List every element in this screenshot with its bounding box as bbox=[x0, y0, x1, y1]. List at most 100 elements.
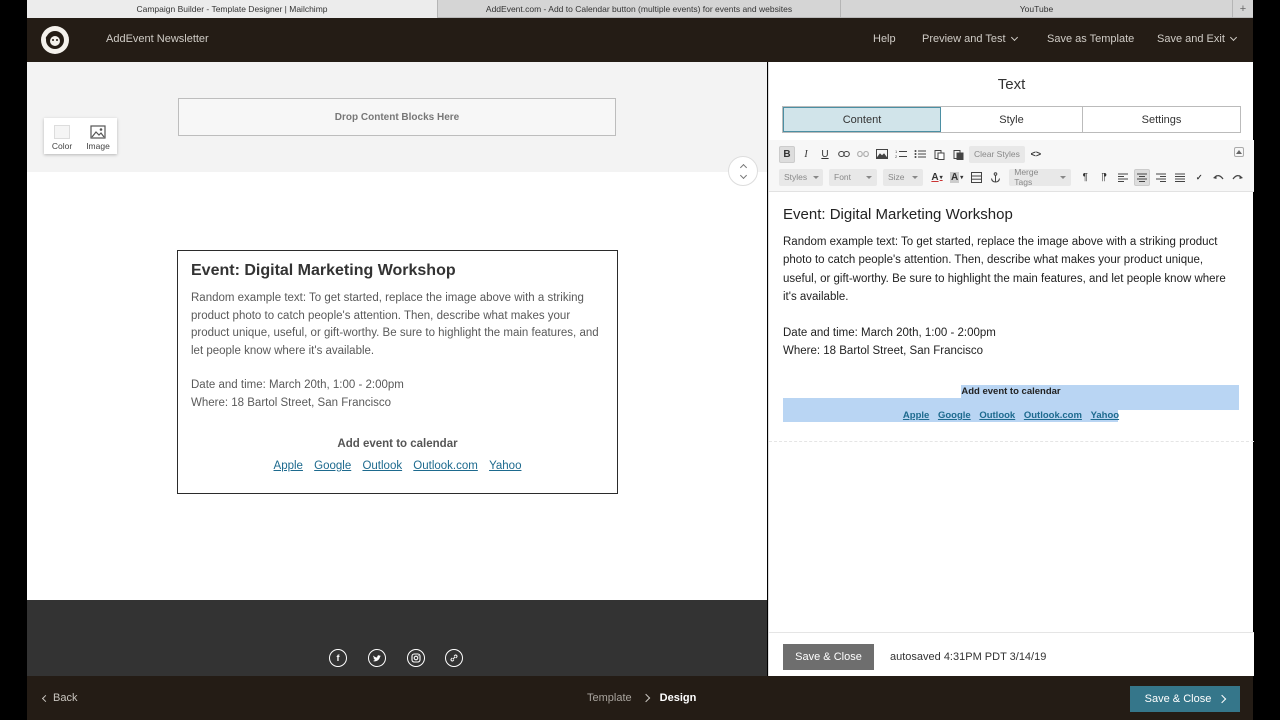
size-dropdown[interactable]: Size bbox=[883, 168, 923, 186]
tab-label: Style bbox=[999, 113, 1024, 126]
text-editor-area[interactable]: Event: Digital Marketing Workshop Random… bbox=[769, 192, 1254, 442]
save-template-label: Save as Template bbox=[1047, 33, 1135, 45]
browser-tab-mailchimp[interactable]: Campaign Builder - Template Designer | M… bbox=[27, 0, 438, 18]
save-and-exit-menu[interactable]: Save and Exit bbox=[1157, 33, 1237, 45]
event-description: Random example text: To get started, rep… bbox=[191, 292, 599, 357]
tab-label: Content bbox=[842, 113, 882, 126]
image-icon bbox=[90, 125, 106, 139]
chevron-left-icon bbox=[41, 694, 50, 702]
event-text-block[interactable]: Event: Digital Marketing Workshop Random… bbox=[177, 250, 618, 494]
numbered-list-icon[interactable]: 12 bbox=[893, 146, 909, 163]
toolbar-row-1: B I U 12 Clear Styles <> bbox=[779, 144, 1044, 164]
event-location: Where: 18 Bartol Street, San Francisco bbox=[191, 396, 392, 409]
bullet-list-icon[interactable] bbox=[912, 146, 928, 163]
preview-label: Preview and Test bbox=[922, 33, 1006, 45]
editor-link-yahoo[interactable]: Yahoo bbox=[1091, 410, 1120, 421]
browser-tab-youtube[interactable]: YouTube bbox=[841, 0, 1233, 18]
rich-text-toolbar: B I U 12 Clear Styles <> Styles Font Siz… bbox=[769, 140, 1254, 192]
calendar-link-yahoo[interactable]: Yahoo bbox=[489, 460, 521, 472]
link-icon[interactable] bbox=[445, 649, 463, 667]
browser-tab-label: AddEvent.com - Add to Calendar button (m… bbox=[485, 4, 793, 14]
font-label: Font bbox=[834, 172, 852, 182]
twitter-icon[interactable] bbox=[368, 649, 386, 667]
breadcrumb: Template Design bbox=[587, 692, 696, 704]
collapse-toolbar-icon[interactable] bbox=[1234, 147, 1244, 157]
link-icon[interactable] bbox=[836, 146, 852, 163]
chevron-right-icon bbox=[1218, 694, 1227, 704]
editor-link-outlook-com[interactable]: Outlook.com bbox=[1024, 410, 1082, 421]
chevron-right-icon bbox=[641, 693, 650, 703]
align-left-icon[interactable] bbox=[1115, 169, 1131, 186]
undo-icon[interactable] bbox=[1210, 169, 1226, 186]
paste-word-icon[interactable] bbox=[950, 146, 966, 163]
align-center-icon[interactable] bbox=[1134, 168, 1151, 186]
paste-text-icon[interactable] bbox=[931, 146, 947, 163]
redo-icon[interactable] bbox=[1229, 169, 1245, 186]
calendar-link-outlook[interactable]: Outlook bbox=[362, 460, 402, 472]
mailchimp-logo-icon[interactable] bbox=[41, 26, 69, 54]
bottom-bar: Back Template Design Save & Close bbox=[27, 676, 1253, 720]
calendar-link-google[interactable]: Google bbox=[314, 460, 351, 472]
section-resize-handle[interactable] bbox=[728, 156, 758, 186]
image-icon[interactable] bbox=[874, 146, 890, 163]
spellcheck-icon[interactable]: ✓ bbox=[1191, 169, 1207, 186]
event-title: Event: Digital Marketing Workshop bbox=[191, 262, 456, 279]
anchor-icon[interactable] bbox=[987, 169, 1003, 186]
background-image-button[interactable]: Image bbox=[80, 118, 116, 154]
tab-label: Settings bbox=[1141, 113, 1182, 126]
back-button[interactable]: Back bbox=[41, 692, 77, 704]
tab-settings[interactable]: Settings bbox=[1083, 107, 1240, 132]
new-tab-button[interactable]: + bbox=[1233, 0, 1253, 18]
autosave-status: autosaved 4:31PM PDT 3/14/19 bbox=[890, 651, 1047, 663]
styles-label: Styles bbox=[784, 172, 808, 182]
calendar-link-apple[interactable]: Apple bbox=[274, 460, 303, 472]
italic-button[interactable]: I bbox=[798, 146, 814, 163]
text-block-editor-panel: Text Content Style Settings B I U 1 2 Cl… bbox=[768, 62, 1254, 676]
plus-icon: + bbox=[1239, 3, 1247, 15]
align-justify-icon[interactable] bbox=[1172, 169, 1188, 186]
background-color-button[interactable]: Color bbox=[44, 118, 80, 154]
underline-button[interactable]: U bbox=[817, 146, 833, 163]
save-as-template-link[interactable]: Save as Template bbox=[1047, 33, 1134, 45]
tab-style[interactable]: Style bbox=[941, 107, 1083, 132]
rtl-icon[interactable]: ¶ bbox=[1096, 169, 1112, 186]
toolbar-row-2: Styles Font Size A▾ A▾ Merge Tags ¶ ¶ bbox=[779, 167, 1245, 187]
background-color-button[interactable]: A ▾ bbox=[948, 169, 965, 186]
help-link[interactable]: Help bbox=[873, 33, 896, 45]
source-code-button[interactable]: <> bbox=[1028, 146, 1044, 163]
clear-styles-button[interactable]: Clear Styles bbox=[969, 145, 1025, 163]
table-icon[interactable] bbox=[968, 169, 984, 186]
editor-link-apple[interactable]: Apple bbox=[903, 410, 929, 421]
text-color-button[interactable]: A ▾ bbox=[929, 169, 945, 186]
bold-button[interactable]: B bbox=[779, 145, 795, 163]
chevron-down-icon bbox=[1229, 33, 1237, 42]
unlink-icon[interactable] bbox=[855, 146, 871, 163]
editor-title: Event: Digital Marketing Workshop bbox=[783, 206, 1013, 223]
panel-tabs: Content Style Settings bbox=[782, 106, 1241, 133]
merge-tags-dropdown[interactable]: Merge Tags bbox=[1009, 167, 1072, 187]
save-close-button[interactable]: Save & Close bbox=[1130, 686, 1240, 712]
breadcrumb-template[interactable]: Template bbox=[587, 692, 632, 704]
background-tools: Color Image bbox=[44, 118, 117, 154]
tab-content[interactable]: Content bbox=[783, 107, 941, 132]
panel-save-close-button[interactable]: Save & Close bbox=[783, 644, 874, 670]
instagram-icon[interactable] bbox=[407, 649, 425, 667]
editor-link-google[interactable]: Google bbox=[938, 410, 971, 421]
drop-zone-label: Drop Content Blocks Here bbox=[334, 111, 460, 123]
facebook-icon[interactable]: f bbox=[329, 649, 347, 667]
font-dropdown[interactable]: Font bbox=[829, 168, 877, 186]
ltr-icon[interactable]: ¶ bbox=[1077, 169, 1093, 186]
preview-and-test-menu[interactable]: Preview and Test bbox=[922, 33, 1018, 45]
help-label: Help bbox=[873, 33, 896, 45]
chevron-down-icon bbox=[1010, 33, 1018, 42]
styles-dropdown[interactable]: Styles bbox=[779, 168, 823, 186]
calendar-link-outlook-com[interactable]: Outlook.com bbox=[413, 460, 478, 472]
save-exit-label: Save and Exit bbox=[1157, 33, 1225, 45]
event-datetime: Date and time: March 20th, 1:00 - 2:00pm bbox=[191, 379, 404, 391]
align-right-icon[interactable] bbox=[1153, 169, 1169, 186]
drop-zone[interactable]: Drop Content Blocks Here bbox=[178, 98, 616, 136]
browser-tab-addevent[interactable]: AddEvent.com - Add to Calendar button (m… bbox=[438, 0, 841, 18]
chevron-down-icon bbox=[739, 171, 747, 179]
editor-calendar-heading: Add event to calendar bbox=[961, 385, 1061, 397]
editor-link-outlook[interactable]: Outlook bbox=[979, 410, 1015, 421]
